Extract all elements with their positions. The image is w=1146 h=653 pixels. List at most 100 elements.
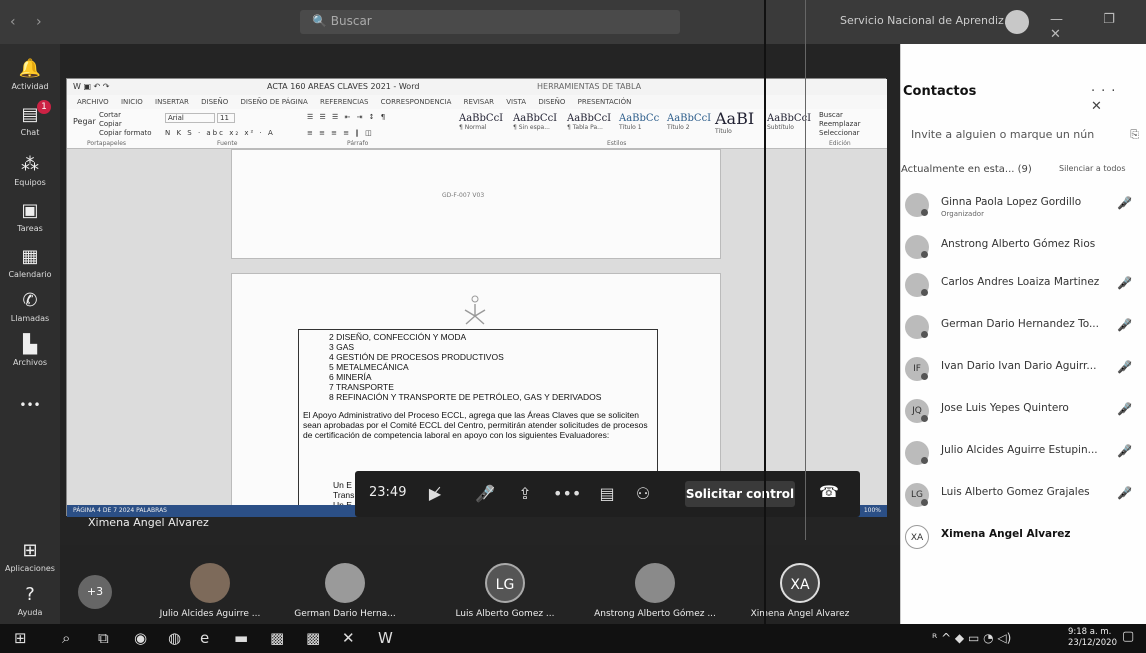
mic-off-icon[interactable]: 🎤̸	[473, 482, 497, 506]
rail-label: Tareas	[17, 224, 43, 233]
request-control-button[interactable]: Solicitar control	[685, 481, 795, 507]
list-item: 6 MINERÍA	[329, 372, 372, 382]
contact-row[interactable]: German Dario Hernandez To... 🎤̸	[901, 310, 1146, 346]
cut-button[interactable]: Cortar	[99, 111, 121, 119]
menu-inicio[interactable]: INICIO	[121, 98, 143, 106]
share-screen-icon[interactable]: ⇪	[513, 482, 537, 506]
participants-icon[interactable]: ⚇	[631, 482, 655, 506]
style-tabla[interactable]: AaBbCcI ¶ Tabla Pa...	[567, 113, 611, 137]
menu-presentacion[interactable]: PRESENTACIÓN	[578, 98, 632, 106]
title-bar: ‹ › 🔍 Buscar Servicio Nacional de Aprend…	[0, 0, 1146, 44]
rail-files[interactable]: ▙ Archivos	[0, 334, 60, 367]
task-view-icon[interactable]: ⧉	[98, 629, 109, 647]
chrome-icon[interactable]: ◍	[168, 629, 181, 647]
search-box[interactable]: 🔍 Buscar	[300, 10, 680, 34]
rail-more[interactable]: •••	[0, 394, 60, 416]
org-switcher[interactable]: Servicio Nacional de Aprendiz...	[840, 14, 1014, 27]
menu-diseno-tabla[interactable]: DISEÑO	[538, 98, 565, 106]
rail-tasks[interactable]: ▣ Tareas	[0, 200, 60, 233]
mute-all-button[interactable]: Silenciar a todos	[1059, 164, 1126, 173]
search-icon[interactable]: ⌕	[62, 629, 70, 647]
rail-calendar[interactable]: ▦ Calendario	[0, 246, 60, 279]
contacts-actions[interactable]: ··· ✕	[1091, 84, 1146, 114]
edge-icon[interactable]: e	[200, 629, 209, 647]
style-sin-espacio[interactable]: AaBbCcI ¶ Sin espa...	[513, 113, 557, 137]
more-options-icon[interactable]: •••	[553, 482, 581, 506]
style-normal[interactable]: AaBbCcI ¶ Normal	[459, 113, 503, 137]
style-sample: AaBbCcI	[667, 113, 712, 124]
rail-chat[interactable]: ▤ 1 Chat	[0, 100, 60, 137]
back-forward-icons[interactable]: ‹ ›	[10, 14, 50, 30]
status-dot	[921, 457, 928, 464]
contact-avatar: JQ	[905, 399, 929, 423]
chat-icon[interactable]: ▤	[595, 482, 619, 506]
invite-input[interactable]: Invite a alguien o marque un nún ⎘	[911, 128, 1139, 141]
contact-row[interactable]: XA Ximena Angel Alvarez	[901, 520, 1146, 556]
explorer-icon[interactable]: ▬	[234, 629, 248, 647]
taskbar-clock[interactable]: 9:18 a. m. 23/12/2020	[1068, 627, 1117, 649]
style-name: Título 2	[667, 124, 690, 131]
style-titulo[interactable]: AaBI Título	[715, 109, 754, 135]
contact-row[interactable]: IF Ivan Dario Ivan Dario Aguirr... 🎤̸	[901, 352, 1146, 388]
contact-initials: LG	[911, 490, 923, 500]
style-titulo2[interactable]: AaBbCcI Título 2	[667, 113, 711, 137]
contact-row[interactable]: LG Luis Alberto Gomez Grajales 🎤̸	[901, 478, 1146, 514]
share-link-icon[interactable]: ⎘	[1130, 128, 1139, 142]
rail-teams[interactable]: ⁂ Equipos	[0, 154, 60, 187]
contact-row[interactable]: Carlos Andres Loaiza Martinez 🎤̸	[901, 268, 1146, 304]
menu-referencias[interactable]: REFERENCIAS	[320, 98, 368, 106]
tasks-icon: ▣	[21, 200, 39, 221]
contact-name: Jose Luis Yepes Quintero	[941, 402, 1069, 414]
format-painter-button[interactable]: Copiar formato	[99, 129, 152, 137]
window-controls[interactable]: — ❐ ✕	[1050, 12, 1146, 42]
camera-off-icon[interactable]: ▶̸	[423, 482, 447, 506]
contact-row[interactable]: Ginna Paola Lopez Gordillo Organizador 🎤̸	[901, 188, 1146, 224]
menu-insertar[interactable]: INSERTAR	[155, 98, 189, 106]
paste-button[interactable]: Pegar	[73, 117, 96, 126]
notification-icon[interactable]: ▢	[1122, 629, 1134, 644]
rail-calls[interactable]: ✆ Llamadas	[0, 290, 60, 323]
menu-vista[interactable]: VISTA	[506, 98, 526, 106]
menu-archivo[interactable]: ARCHIVO	[77, 98, 109, 106]
contact-row[interactable]: JQ Jose Luis Yepes Quintero 🎤̸	[901, 394, 1146, 430]
group-font: Fuente	[217, 140, 238, 147]
menu-diseno-pagina[interactable]: DISEÑO DE PÁGINA	[240, 98, 307, 106]
contact-row[interactable]: Julio Alcides Aguirre Estupin... 🎤̸	[901, 436, 1146, 472]
rail-apps[interactable]: ⊞ Aplicaciones	[0, 540, 60, 573]
more-participants-button[interactable]: +3	[78, 575, 112, 609]
alignment-buttons[interactable]: ≡ ≡ ≡ ≡ ‖ ◫	[307, 129, 374, 137]
windows-start-icon[interactable]: ⊞	[14, 629, 27, 647]
select-button[interactable]: Seleccionar	[819, 129, 860, 137]
paragraph-buttons[interactable]: ☰ ☰ ☰ ⇤ ⇥ ↕ ¶	[307, 113, 387, 121]
list-item: 5 METALMECÁNICA	[329, 362, 409, 372]
contact-row[interactable]: Anstrong Alberto Gómez Rios	[901, 230, 1146, 266]
menu-correspondencia[interactable]: CORRESPONDENCIA	[381, 98, 452, 106]
style-titulo1[interactable]: AaBbCc Título 1	[619, 113, 659, 137]
find-button[interactable]: Buscar	[819, 111, 843, 119]
menu-diseno[interactable]: DISEÑO	[201, 98, 228, 106]
copy-button[interactable]: Copiar	[99, 120, 122, 128]
font-size-select[interactable]: 11	[217, 113, 235, 123]
profile-avatar[interactable]	[1005, 10, 1029, 34]
teams-taskbar-icon[interactable]: ▩	[306, 629, 320, 647]
rail-label: Llamadas	[10, 314, 50, 323]
style-sample: AaBbCcI	[459, 113, 504, 124]
app-icon[interactable]: ◉	[134, 629, 147, 647]
rail-activity[interactable]: 🔔 Actividad	[0, 58, 60, 91]
teams-taskbar-icon[interactable]: ▩	[270, 629, 284, 647]
participant-tile[interactable]: German Dario Herna...	[265, 563, 425, 619]
rail-help[interactable]: ? Ayuda	[0, 584, 60, 617]
participant-tile[interactable]: Anstrong Alberto Gómez ...	[575, 563, 735, 619]
replace-button[interactable]: Reemplazar	[819, 120, 861, 128]
menu-revisar[interactable]: REVISAR	[464, 98, 494, 106]
participant-tile[interactable]: LG Luis Alberto Gomez ...	[425, 563, 585, 619]
screen-divider	[764, 0, 766, 624]
font-select[interactable]: Arial	[165, 113, 215, 123]
excel-icon[interactable]: ✕	[342, 629, 355, 647]
font-format-buttons[interactable]: N K S · abc x₂ x² · A	[165, 129, 275, 137]
participant-tile[interactable]: XA Ximena Angel Alvarez	[720, 563, 880, 619]
tray-icons[interactable]: ᴿ ^ ◆ ▭ ◔ ◁)	[932, 631, 1011, 645]
word-icon[interactable]: W	[378, 629, 393, 647]
status-dot	[921, 331, 928, 338]
hang-up-icon[interactable]: ☎	[819, 482, 839, 501]
